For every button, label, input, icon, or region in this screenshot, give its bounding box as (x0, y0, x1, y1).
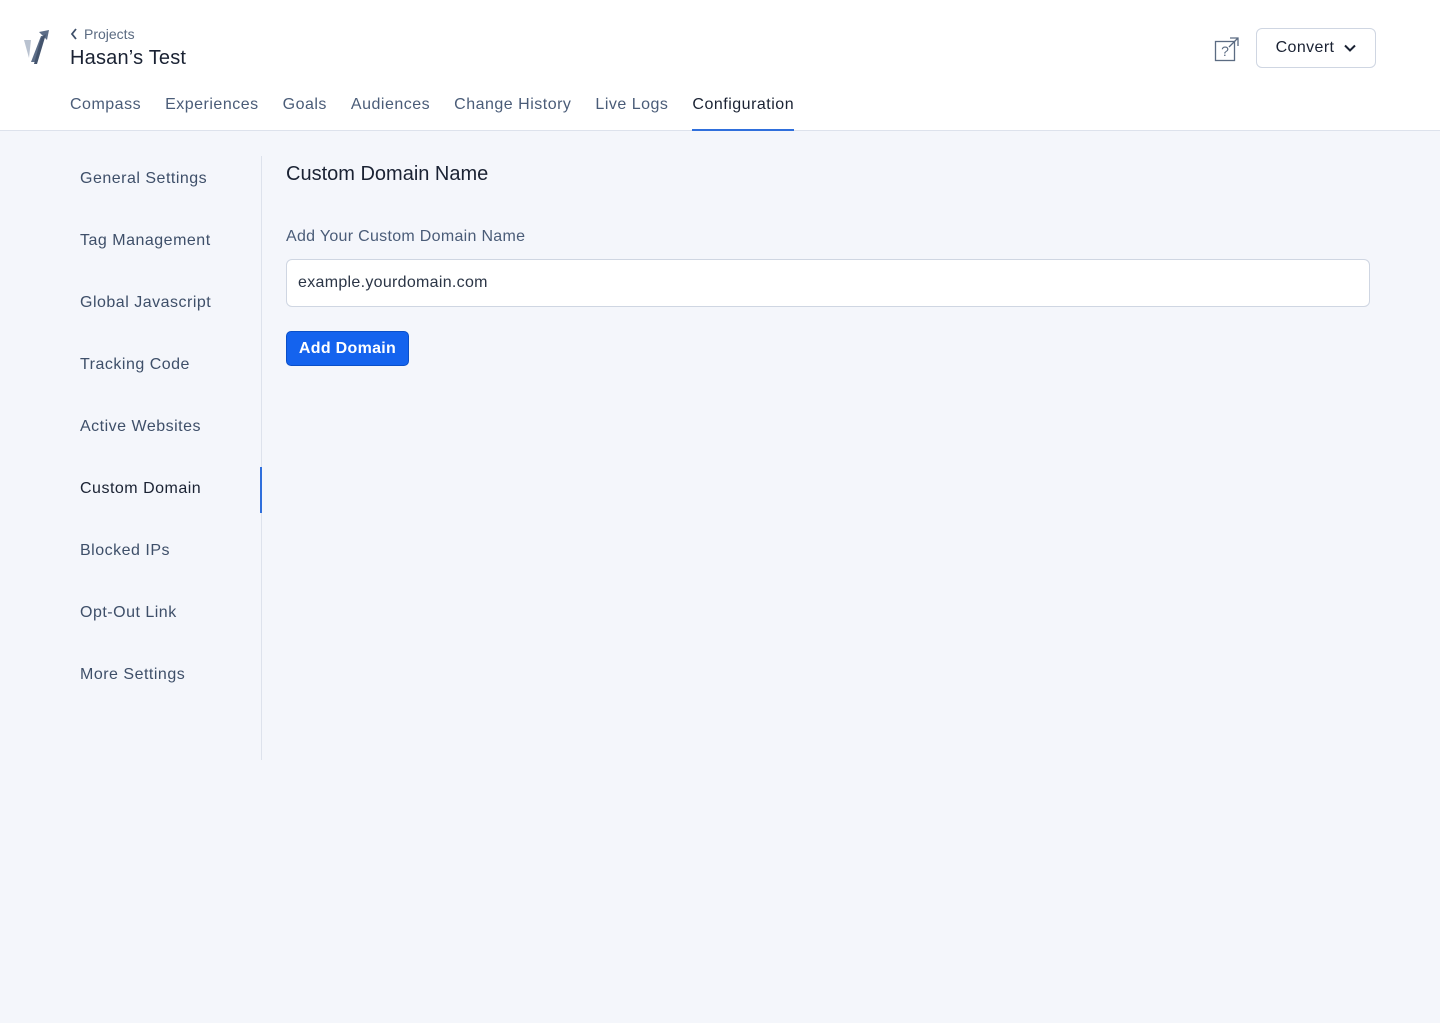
sidebar-item-general-settings[interactable]: General Settings (80, 170, 207, 188)
custom-domain-label: Add Your Custom Domain Name (286, 228, 526, 245)
breadcrumb-projects[interactable]: Projects (70, 26, 135, 42)
tab-configuration[interactable]: Configuration (692, 96, 794, 131)
sidebar-item-opt-out-link[interactable]: Opt-Out Link (80, 604, 177, 622)
tab-audiences[interactable]: Audiences (351, 96, 430, 131)
top-header: Projects Hasan’s Test ? Convert Compass … (0, 0, 1440, 131)
project-tabs: Compass Experiences Goals Audiences Chan… (70, 96, 818, 131)
tab-goals[interactable]: Goals (283, 96, 327, 131)
sidebar-active-indicator (260, 467, 262, 513)
tab-compass[interactable]: Compass (70, 96, 141, 131)
tab-change-history[interactable]: Change History (454, 96, 571, 131)
section-title: Custom Domain Name (286, 163, 489, 185)
sidebar-item-tag-management[interactable]: Tag Management (80, 232, 211, 250)
convert-logo-icon[interactable] (22, 28, 54, 68)
tab-live-logs[interactable]: Live Logs (595, 96, 668, 131)
breadcrumb-label: Projects (84, 26, 135, 42)
custom-domain-input[interactable] (286, 259, 1370, 307)
account-label: Convert (1275, 39, 1335, 56)
sidebar-item-custom-domain[interactable]: Custom Domain (80, 480, 201, 498)
svg-text:?: ? (1221, 43, 1229, 59)
sidebar-item-global-javascript[interactable]: Global Javascript (80, 294, 211, 312)
chevron-down-icon (1344, 44, 1357, 52)
chevron-left-icon (70, 28, 77, 40)
settings-sidebar: General Settings Tag Management Global J… (0, 156, 262, 760)
account-dropdown[interactable]: Convert (1256, 28, 1376, 68)
add-domain-button[interactable]: Add Domain (286, 331, 409, 366)
help-external-icon[interactable]: ? (1214, 36, 1240, 62)
tab-experiences[interactable]: Experiences (165, 96, 259, 131)
sidebar-item-more-settings[interactable]: More Settings (80, 666, 185, 684)
sidebar-item-active-websites[interactable]: Active Websites (80, 418, 201, 436)
page-title: Hasan’s Test (70, 47, 187, 69)
sidebar-item-blocked-ips[interactable]: Blocked IPs (80, 542, 170, 560)
sidebar-item-tracking-code[interactable]: Tracking Code (80, 356, 190, 374)
